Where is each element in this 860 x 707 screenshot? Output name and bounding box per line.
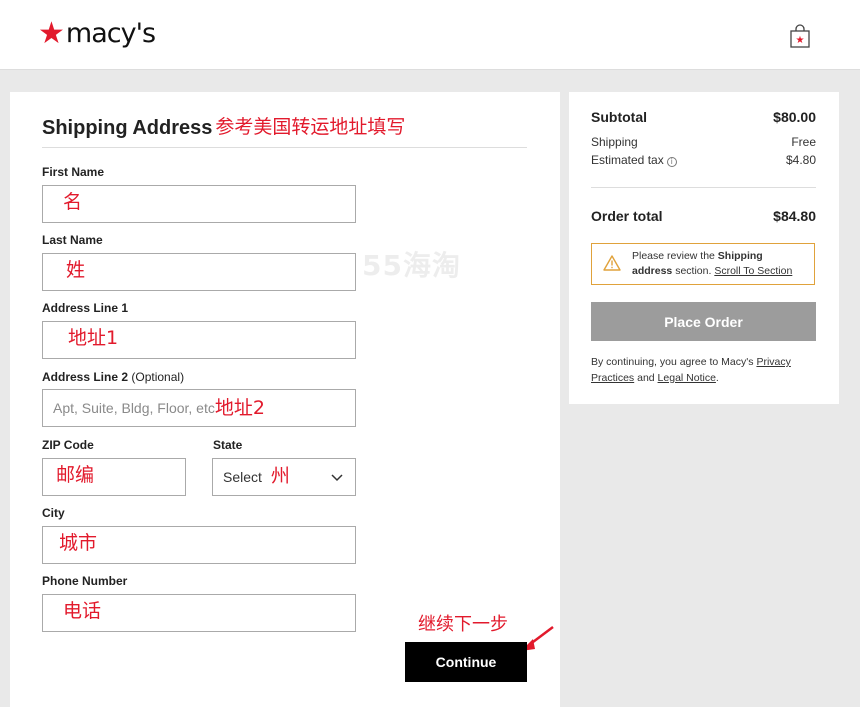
continue-annotation: 继续下一步 <box>418 614 508 635</box>
place-order-button[interactable]: Place Order <box>591 302 816 341</box>
legal-and: and <box>634 372 658 384</box>
review-alert: Please review the Shipping address sectio… <box>591 243 815 285</box>
alert-text-2: section. <box>672 265 715 277</box>
zip-code-label: ZIP Code <box>42 438 94 452</box>
alert-bold-1: Shipping <box>717 250 763 262</box>
shipping-title-row: Shipping Address 参考美国转运地址填写 <box>42 108 527 148</box>
order-total-value: $84.80 <box>773 208 816 224</box>
phone-number-field[interactable]: 电话 <box>42 594 356 632</box>
alert-bold-2: address <box>632 265 673 277</box>
logo-text: macy's <box>65 18 156 49</box>
first-name-annotation: 名 <box>63 190 83 213</box>
city-field[interactable]: 城市 <box>42 526 356 564</box>
star-icon: ★ <box>38 17 65 50</box>
order-total-row: Order total $84.80 <box>591 208 816 224</box>
tax-label-group: Estimated tax i <box>591 153 677 167</box>
address-line-2-label: Address Line 2 (Optional) <box>42 370 184 384</box>
optional-tag: (Optional) <box>131 370 185 384</box>
city-annotation: 城市 <box>59 531 98 554</box>
summary-divider <box>591 187 816 188</box>
city-label: City <box>42 506 65 520</box>
zip-code-annotation: 邮编 <box>56 463 95 486</box>
svg-text:★: ★ <box>796 35 805 46</box>
scroll-to-section-link[interactable]: Scroll To Section <box>714 265 792 277</box>
tax-value: $4.80 <box>785 153 816 167</box>
subtotal-label: Subtotal <box>591 109 647 125</box>
first-name-field[interactable]: 名 <box>42 185 356 223</box>
shipping-cost-value: Free <box>791 135 816 149</box>
state-annotation: 州 <box>270 464 290 487</box>
address-line-2-annotation: 地址2 <box>214 396 265 419</box>
info-icon[interactable]: i <box>666 157 677 167</box>
header: ★ macy's ★ <box>0 0 860 70</box>
address-line-1-annotation: 地址1 <box>68 326 119 349</box>
legal-text: By continuing, you agree to Macy's Priva… <box>591 354 817 386</box>
alert-message: Please review the Shipping address sectio… <box>632 249 812 279</box>
address-line-2-label-text: Address Line 2 <box>42 370 129 384</box>
chevron-down-icon <box>331 474 343 482</box>
page-title: Shipping Address <box>42 116 213 139</box>
legal-prefix: By continuing, you agree to Macy's <box>591 356 757 368</box>
zip-code-field[interactable]: 邮编 <box>42 458 186 496</box>
tax-label: Estimated tax <box>591 153 664 167</box>
title-annotation: 参考美国转运地址填写 <box>215 116 406 138</box>
phone-number-annotation: 电话 <box>63 599 102 622</box>
shipping-row: Shipping Free <box>591 135 816 149</box>
subtotal-row: Subtotal $80.00 <box>591 109 816 125</box>
phone-number-label: Phone Number <box>42 574 128 588</box>
state-select-value: Select <box>223 469 262 485</box>
order-summary-panel: Subtotal $80.00 Shipping Free Estimated … <box>569 92 839 404</box>
shipping-address-panel: Shipping Address 参考美国转运地址填写 First Name 名… <box>10 92 560 707</box>
first-name-label: First Name <box>42 165 105 179</box>
address-line-2-placeholder: Apt, Suite, Bldg, Floor, etc <box>53 400 215 416</box>
macys-logo[interactable]: ★ macy's <box>38 17 156 51</box>
state-select[interactable]: Select 州 <box>212 458 356 496</box>
last-name-label: Last Name <box>42 233 103 247</box>
legal-suffix: . <box>715 372 719 384</box>
order-total-label: Order total <box>591 208 663 224</box>
warning-icon <box>603 255 621 271</box>
state-label: State <box>213 438 243 452</box>
address-line-1-label: Address Line 1 <box>42 301 129 315</box>
legal-notice-link[interactable]: Legal Notice <box>658 372 716 384</box>
shipping-cost-label: Shipping <box>591 135 638 149</box>
last-name-field[interactable]: 姓 <box>42 253 356 291</box>
address-line-1-field[interactable]: 地址1 <box>42 321 356 359</box>
continue-button[interactable]: Continue <box>405 642 527 682</box>
tax-row: Estimated tax i $4.80 <box>591 153 816 167</box>
alert-text-1: Please review the <box>632 250 718 262</box>
last-name-annotation: 姓 <box>66 258 86 281</box>
subtotal-value: $80.00 <box>773 109 816 125</box>
watermark: 55海淘 <box>362 249 461 282</box>
address-line-2-field[interactable]: Apt, Suite, Bldg, Floor, etc 地址2 <box>42 389 356 427</box>
shopping-bag-icon[interactable]: ★ <box>789 24 811 48</box>
